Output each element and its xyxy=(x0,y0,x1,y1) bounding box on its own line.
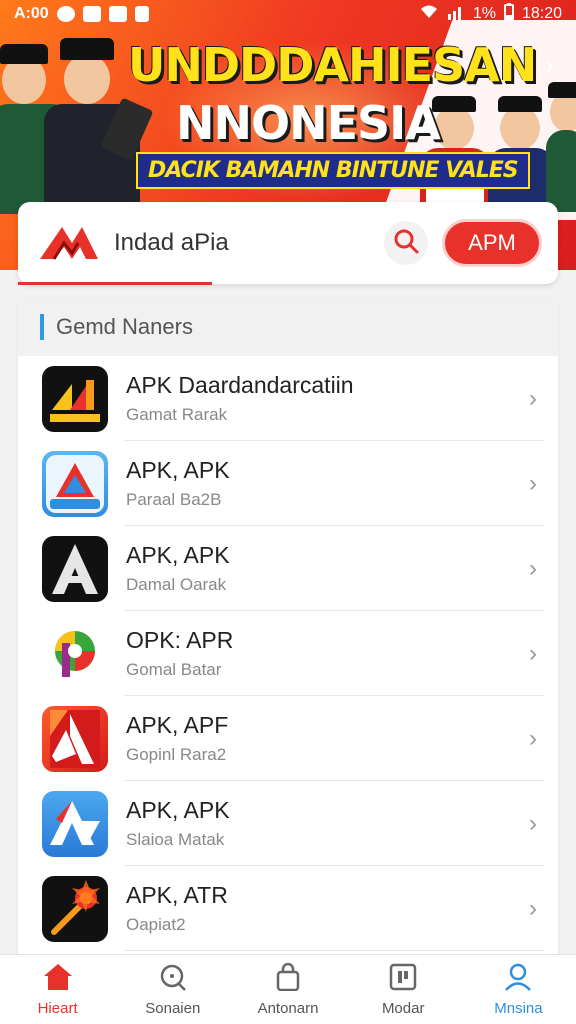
list-item[interactable]: OPK: APR Gomal Batar › xyxy=(18,611,558,696)
item-title: APK, APK xyxy=(126,457,230,483)
header-accent-bar xyxy=(40,314,44,340)
banner-title-line1: UNDDDAHIESAN xyxy=(128,38,537,92)
wifi-icon xyxy=(419,4,439,25)
bag-icon xyxy=(273,962,303,996)
black-a-icon xyxy=(42,535,108,602)
nav-home[interactable]: Hieart xyxy=(0,955,115,1024)
item-subtitle: Damal Oarak xyxy=(126,575,227,594)
apm-button[interactable]: APM xyxy=(442,219,542,267)
search-icon xyxy=(158,963,188,996)
search-card: Indad aPia APM xyxy=(18,202,558,284)
chevron-right-icon: › xyxy=(529,554,537,582)
item-title: APK, APK xyxy=(126,797,230,823)
list-item[interactable]: APK, ATR Oapiat2 › xyxy=(18,866,558,951)
search-button[interactable] xyxy=(384,221,428,265)
red-a-icon xyxy=(42,705,108,772)
app-list-panel: Gemd Naners APK Daardandarcatiin Gamat R… xyxy=(18,298,558,958)
chevron-right-icon: › xyxy=(529,469,537,497)
nav-profile[interactable]: Mnsina xyxy=(461,955,576,1024)
banner-person-right-2 xyxy=(488,96,554,208)
frame-icon xyxy=(388,963,418,996)
nav-label: Antonarn xyxy=(257,999,319,1017)
nav-label: Hieart xyxy=(37,999,78,1017)
chevron-right-icon: › xyxy=(529,639,537,667)
nav-label: Mnsina xyxy=(494,999,543,1017)
nav-apps[interactable]: Antonarn xyxy=(230,955,345,1024)
search-input[interactable]: Indad aPia xyxy=(114,229,384,257)
nav-label: Sonaien xyxy=(145,999,201,1017)
list-item[interactable]: APK, APF Gopinl Rara2 › xyxy=(18,696,558,781)
banner-subtitle: DACIK BAMAHN BINTUNE VALES xyxy=(136,152,530,189)
nav-label: Modar xyxy=(381,999,425,1017)
profile-icon xyxy=(503,963,533,996)
banner-person-right-3 xyxy=(546,82,576,212)
panel-header: Gemd Naners xyxy=(18,298,558,356)
item-subtitle: Oapiat2 xyxy=(126,915,186,934)
triangle-store-icon xyxy=(42,450,108,517)
chevron-right-icon: › xyxy=(529,894,537,922)
list-item[interactable]: APK, APK Slaioa Matak › xyxy=(18,781,558,866)
list-item[interactable]: APK Daardandarcatiin Gamat Rarak › xyxy=(18,356,558,441)
item-subtitle: Gomal Batar xyxy=(126,660,222,679)
mail-icon xyxy=(108,6,127,22)
chevron-right-icon: › xyxy=(529,384,537,412)
banner-person-left-2 xyxy=(40,36,154,218)
blue-a-icon xyxy=(42,790,108,857)
notification-icon xyxy=(56,6,75,22)
chevron-right-icon[interactable]: › xyxy=(545,50,554,81)
signal-icon xyxy=(447,4,465,25)
nav-search[interactable]: Sonaien xyxy=(115,955,230,1024)
tab-indicator xyxy=(18,282,212,285)
colorful-p-icon xyxy=(42,620,108,687)
item-title: APK Daardandarcatiin xyxy=(126,372,354,398)
status-bar: A:00 1% 18:20 xyxy=(0,0,576,28)
search-icon xyxy=(393,228,419,259)
list-item[interactable]: APK, APK Damal Oarak › xyxy=(18,526,558,611)
item-title: APK, APK xyxy=(126,542,230,568)
battery-percent: 1% xyxy=(472,5,496,22)
item-subtitle: Gamat Rarak xyxy=(126,405,228,424)
panel-title: Gemd Naners xyxy=(56,314,193,339)
bottom-nav: Hieart Sonaien Antonarn Modar Mnsina xyxy=(0,954,576,1024)
app-logo-icon xyxy=(38,223,100,263)
status-time-right: 18:20 xyxy=(521,5,562,22)
banner-title-line2: NNONESIA xyxy=(176,96,441,150)
notification-icon xyxy=(82,6,101,22)
item-subtitle: Slaioa Matak xyxy=(126,830,225,849)
fire-wand-icon xyxy=(42,875,108,942)
list-item[interactable]: APK, APK Paraal Ba2B › xyxy=(18,441,558,526)
item-title: APK, APF xyxy=(126,712,229,738)
battery-icon xyxy=(503,2,514,26)
item-title: APK, ATR xyxy=(126,882,228,908)
black-orange-bars-icon xyxy=(42,365,108,432)
notification-icon xyxy=(134,6,149,22)
chevron-right-icon: › xyxy=(529,724,537,752)
chevron-right-icon: › xyxy=(529,809,537,837)
status-time-left: A:00 xyxy=(14,5,49,22)
item-subtitle: Gopinl Rara2 xyxy=(126,745,227,764)
item-title: OPK: APR xyxy=(126,627,234,653)
nav-media[interactable]: Modar xyxy=(346,955,461,1024)
home-icon xyxy=(43,963,73,996)
item-subtitle: Paraal Ba2B xyxy=(126,490,222,509)
